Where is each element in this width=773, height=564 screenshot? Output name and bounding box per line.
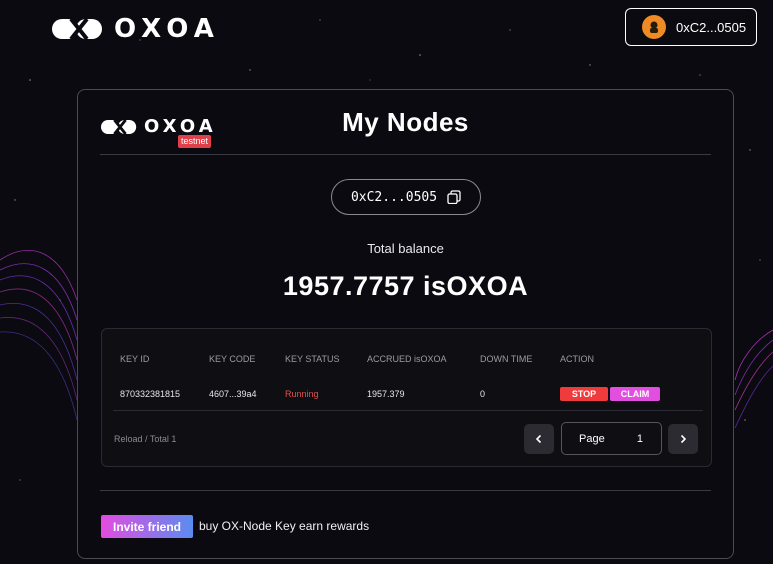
wallet-address: 0xC2...0505 [676, 19, 747, 35]
cell-key-id: 870332381815 [120, 389, 181, 399]
total-balance-label: Total balance [367, 241, 444, 256]
cell-key-status: Running [285, 389, 319, 399]
column-header-key-status: KEY STATUS [285, 354, 340, 364]
column-header-key-code: KEY CODE [209, 354, 256, 364]
next-page-button[interactable] [668, 424, 698, 454]
page-indicator[interactable]: Page 1 [561, 422, 662, 455]
prev-page-button[interactable] [524, 424, 554, 454]
page-label: Page [579, 432, 605, 445]
copy-icon[interactable] [447, 190, 461, 204]
column-header-key-id: KEY ID [120, 354, 150, 364]
address-text: 0xC2...0505 [350, 189, 438, 205]
column-header-action: ACTION [560, 354, 595, 364]
top-bar: OXOA 0xC2...0505 [0, 0, 773, 60]
brand-logo[interactable]: OXOA [52, 14, 220, 44]
stop-button[interactable]: STOP [560, 387, 608, 401]
cell-key-code: 4607...39a4 [209, 389, 257, 399]
oxoa-logo-icon [52, 17, 102, 41]
row-divider [113, 410, 703, 411]
reload-total-info[interactable]: Reload / Total 1 [114, 434, 176, 444]
claim-button[interactable]: CLAIM [610, 387, 660, 401]
header-divider [100, 154, 711, 155]
cell-down-time: 0 [480, 389, 486, 399]
invite-description: buy OX-Node Key earn rewards [199, 519, 370, 533]
brand-wordmark: OXOA [114, 14, 220, 44]
avatar-icon [642, 15, 666, 39]
page-title: My Nodes [342, 107, 469, 137]
page-number: 1 [636, 432, 643, 445]
nodes-table: KEY ID KEY CODE KEY STATUS ACCRUED isOXO… [101, 328, 712, 467]
address-pill[interactable]: 0xC2...0505 [331, 179, 481, 215]
chevron-right-icon [680, 434, 687, 444]
footer-divider [100, 490, 711, 491]
column-header-accrued: ACCRUED isOXOA [367, 354, 447, 364]
invite-friend-button[interactable]: Invite friend [101, 515, 193, 538]
total-balance-value: 1957.7757 isOXOA [282, 271, 529, 301]
column-header-down-time: DOWN TIME [480, 354, 533, 364]
cell-accrued: 1957.379 [367, 389, 405, 399]
chevron-left-icon [535, 434, 542, 444]
wallet-button[interactable]: 0xC2...0505 [625, 8, 757, 46]
my-nodes-panel: OXOA testnet My Nodes 0xC2...0505 Total … [77, 89, 734, 559]
